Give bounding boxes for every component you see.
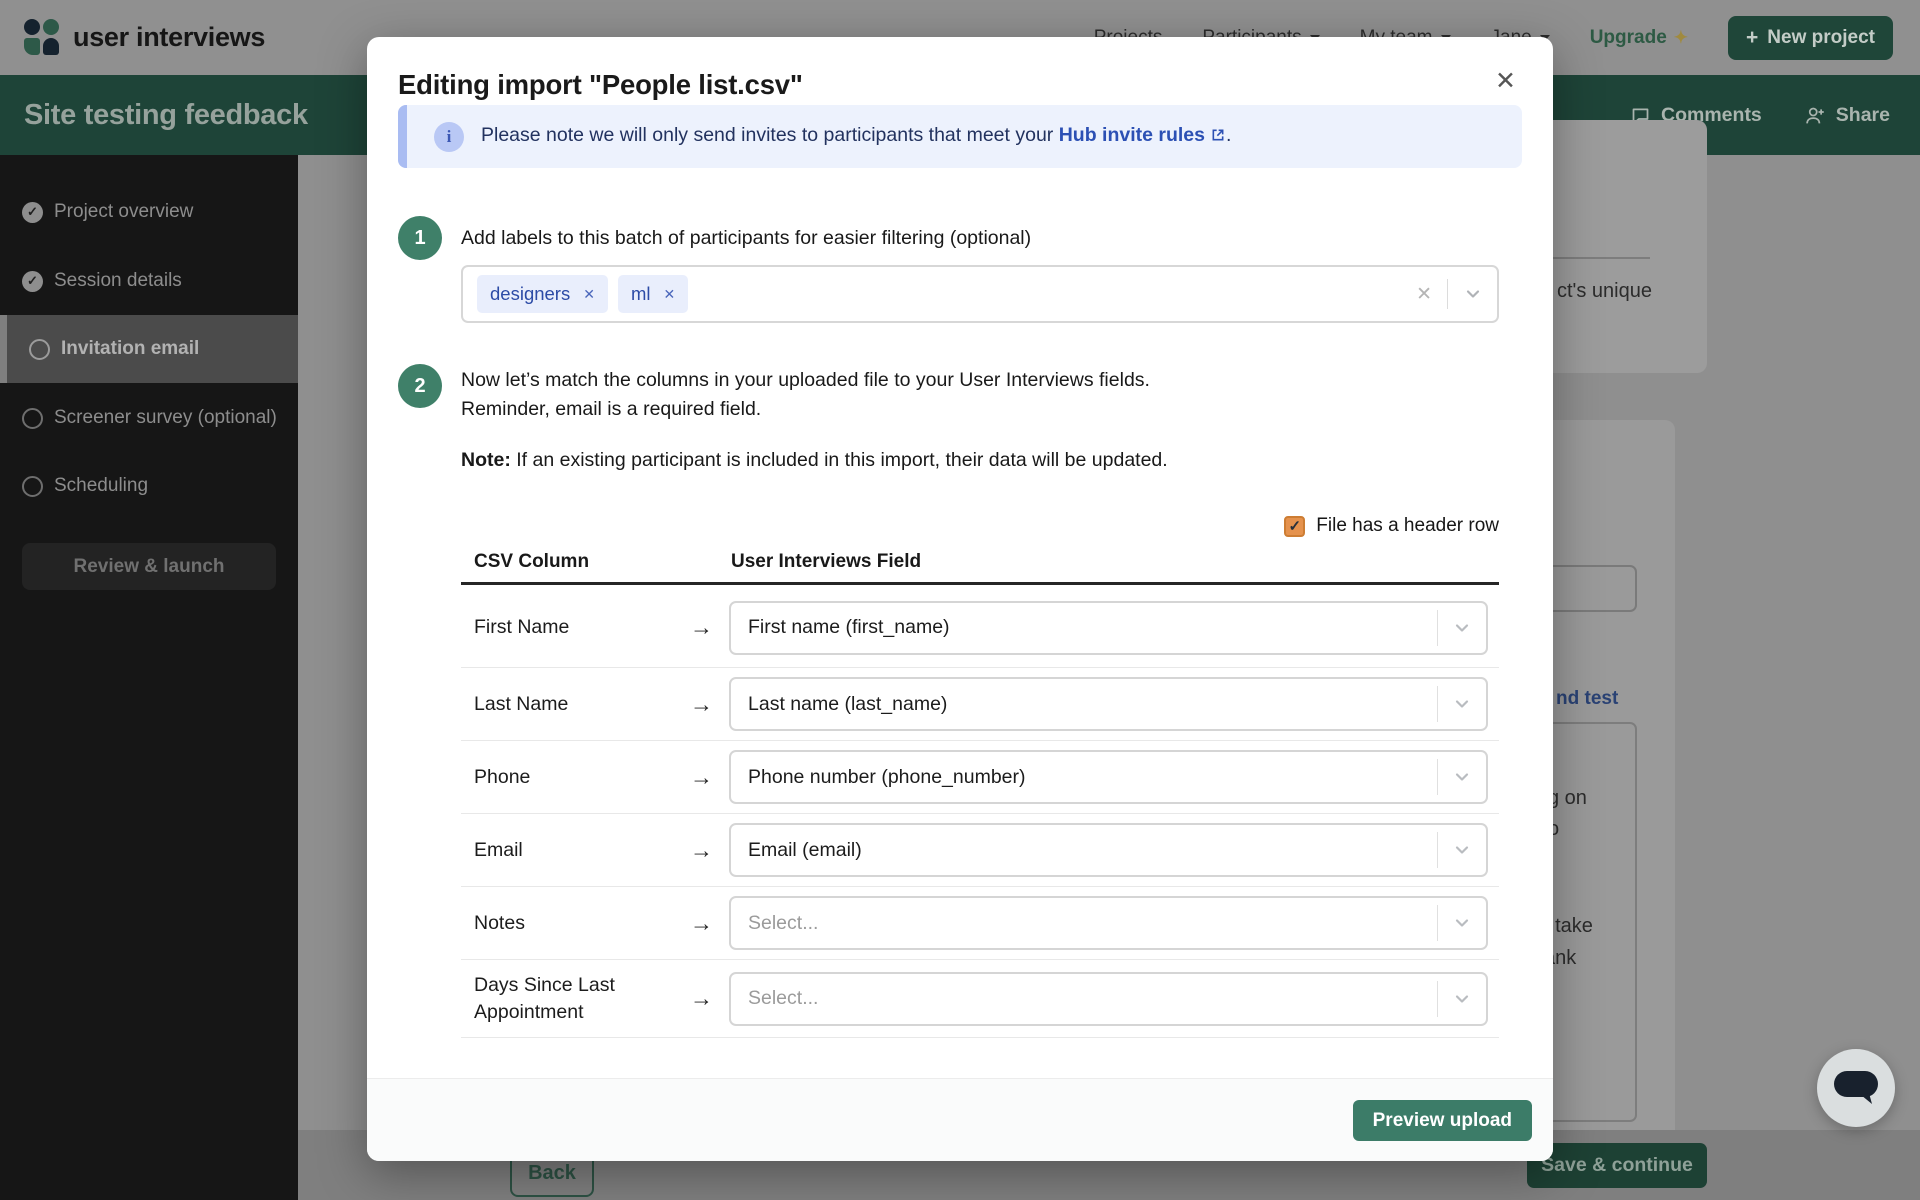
logo-text: user interviews (73, 22, 265, 53)
table-row: Email → Email (email) (461, 814, 1499, 887)
preview-upload-button[interactable]: Preview upload (1353, 1100, 1532, 1141)
chevron-down-icon (1452, 618, 1472, 638)
field-select-phone[interactable]: Phone number (phone_number) (729, 750, 1488, 804)
arrow-right-icon: → (674, 837, 729, 864)
step-2-note: Note: If an existing participant is incl… (461, 449, 1168, 472)
review-launch-button[interactable]: Review & launch (22, 543, 276, 590)
info-icon: i (434, 122, 464, 152)
chevron-down-icon (1452, 694, 1472, 714)
plus-icon: + (1746, 31, 1758, 45)
step-2-label: Now let’s match the columns in your uplo… (461, 366, 1150, 424)
modal-title: Editing import "People list.csv" (398, 69, 803, 101)
labels-multiselect-input[interactable]: designers ✕ ml ✕ ✕ (461, 265, 1499, 323)
banner-accent-bar (398, 105, 407, 168)
mapping-table: First Name → First name (first_name) Las… (461, 588, 1499, 1038)
user-interviews-logo-icon (24, 19, 61, 56)
arrow-right-icon: → (674, 764, 729, 791)
external-link-icon (1210, 126, 1226, 149)
edit-import-modal: Editing import "People list.csv" ✕ i Ple… (367, 37, 1553, 1161)
step-incomplete-icon (29, 339, 50, 360)
background-input-fragment (1540, 565, 1637, 612)
remove-tag-icon[interactable]: ✕ (583, 286, 595, 303)
sidebar-item-invitation-email[interactable]: Invitation email (0, 315, 298, 383)
page-title: Site testing feedback (24, 99, 308, 132)
table-row: Phone → Phone number (phone_number) (461, 741, 1499, 814)
tag-chip-ml[interactable]: ml ✕ (618, 275, 688, 313)
sidebar-item-scheduling[interactable]: Scheduling (0, 460, 298, 512)
chat-bubble-icon (1833, 1069, 1879, 1107)
arrow-right-icon: → (674, 691, 729, 718)
mapping-table-header: CSV Column User Interviews Field (461, 551, 1499, 585)
chevron-down-icon (1452, 840, 1472, 860)
header-row-checkbox-row[interactable]: ✓ File has a header row (461, 515, 1499, 537)
checkbox-label: File has a header row (1316, 515, 1499, 537)
column-header-csv: CSV Column (474, 551, 589, 573)
project-steps-sidebar: ✓ Project overview ✓ Session details Inv… (0, 155, 298, 1200)
step-1-label: Add labels to this batch of participants… (461, 227, 1031, 250)
sparkle-icon: ✦ (1674, 28, 1688, 48)
field-select-days-since-last-appointment[interactable]: Select... (729, 972, 1488, 1026)
table-row: Last Name → Last name (last_name) (461, 668, 1499, 741)
field-select-notes[interactable]: Select... (729, 896, 1488, 950)
field-select-email[interactable]: Email (email) (729, 823, 1488, 877)
chevron-down-icon (1452, 767, 1472, 787)
sidebar-item-screener-survey[interactable]: Screener survey (optional) (0, 392, 298, 444)
remove-tag-icon[interactable]: ✕ (663, 286, 675, 303)
field-select-last-name[interactable]: Last name (last_name) (729, 677, 1488, 731)
share-person-icon (1804, 105, 1826, 126)
step-complete-icon: ✓ (22, 271, 43, 292)
field-select-first-name[interactable]: First name (first_name) (729, 601, 1488, 655)
column-header-field: User Interviews Field (731, 551, 921, 573)
chevron-down-icon (1452, 989, 1472, 1009)
upgrade-link[interactable]: Upgrade✦ (1590, 27, 1688, 49)
arrow-right-icon: → (674, 614, 729, 641)
logo[interactable]: user interviews (24, 19, 265, 56)
table-row: First Name → First name (first_name) (461, 588, 1499, 668)
sidebar-item-project-overview[interactable]: ✓ Project overview (0, 186, 298, 238)
chevron-down-icon[interactable] (1463, 284, 1483, 304)
background-text-fragment: ct's unique (1557, 280, 1652, 303)
step-complete-icon: ✓ (22, 202, 43, 223)
arrow-right-icon: → (674, 985, 729, 1012)
background-text-fragment: g on (1548, 787, 1587, 810)
banner-text: Please note we will only send invites to… (481, 124, 1231, 149)
clear-all-icon[interactable]: ✕ (1416, 283, 1432, 306)
step-incomplete-icon (22, 408, 43, 429)
share-button[interactable]: Share (1804, 104, 1890, 127)
step-1-badge: 1 (398, 216, 442, 260)
app: user interviews Projects Participants My… (0, 0, 1920, 1200)
hub-invite-rules-link[interactable]: Hub invite rules (1059, 124, 1205, 146)
divider (1447, 279, 1448, 309)
checkbox-checked-icon[interactable]: ✓ (1284, 516, 1305, 537)
modal-footer: Preview upload (367, 1078, 1553, 1161)
step-2-badge: 2 (398, 364, 442, 408)
save-continue-button[interactable]: Save & continue (1527, 1143, 1707, 1188)
chat-launcher-button[interactable] (1817, 1049, 1895, 1127)
table-row: Notes → Select... (461, 887, 1499, 960)
step-incomplete-icon (22, 476, 43, 497)
table-row: Days Since Last Appointment → Select... (461, 960, 1499, 1038)
background-link-fragment: nd test (1556, 688, 1618, 710)
new-project-button[interactable]: +New project (1728, 16, 1893, 60)
sidebar-item-session-details[interactable]: ✓ Session details (0, 255, 298, 307)
close-icon[interactable]: ✕ (1491, 65, 1520, 98)
info-banner: i Please note we will only send invites … (398, 105, 1522, 168)
chevron-down-icon (1452, 913, 1472, 933)
tag-chip-designers[interactable]: designers ✕ (477, 275, 608, 313)
arrow-right-icon: → (674, 910, 729, 937)
